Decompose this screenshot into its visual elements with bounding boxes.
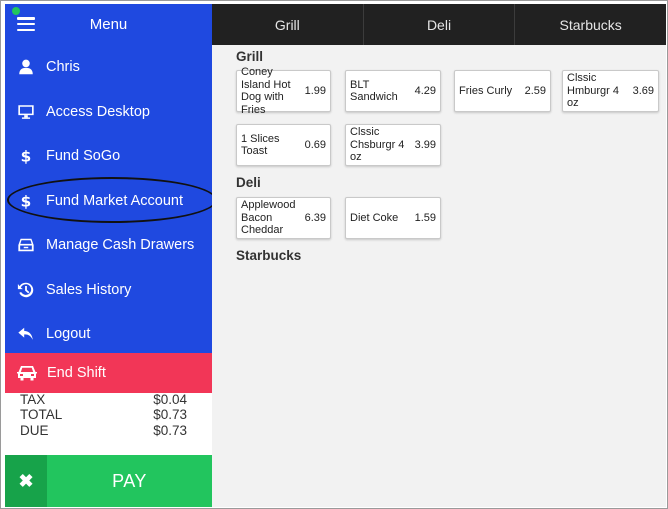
tax-row: TAX $0.04 [20, 392, 187, 407]
menu-item-label: Chris [46, 59, 80, 76]
end-shift-label: End Shift [47, 365, 106, 381]
category-tab-bar: Grill Deli Starbucks [212, 4, 666, 45]
cancel-order-button[interactable]: ✖ [5, 455, 47, 507]
menu-item-label: Fund SoGo [46, 148, 121, 165]
section-title-starbucks: Starbucks [236, 248, 302, 263]
menu-item-label: Access Desktop [46, 103, 150, 120]
product-name: Applewood Bacon Cheddar [241, 199, 296, 237]
menu-item-fund-market-account[interactable]: $ Fund Market Account [5, 179, 212, 224]
product-name: Clssic Hmburgr 4 oz [567, 72, 619, 110]
product-tile[interactable]: Clssic Hmburgr 4 oz 3.69 [562, 70, 659, 112]
menu-item-label: Manage Cash Drawers [46, 237, 195, 254]
status-indicator [12, 7, 20, 15]
section-title-grill: Grill [236, 49, 264, 64]
total-label: TOTAL [20, 407, 63, 422]
product-name: Clssic Chsburgr 4 oz [350, 126, 405, 164]
history-icon [16, 280, 36, 300]
product-name: Fries Curly [459, 84, 513, 97]
total-row: TOTAL $0.73 [20, 407, 187, 422]
menu-item-label: Sales History [46, 281, 132, 298]
menu-item-access-desktop[interactable]: Access Desktop [5, 90, 212, 135]
sidebar-menu: Menu Chris Access Desktop $ Fund SoGo $ … [5, 4, 212, 353]
product-price: 3.69 [632, 85, 654, 97]
product-price: 2.59 [524, 85, 546, 97]
due-label: DUE [20, 423, 49, 438]
menu-item-fund-sogo[interactable]: $ Fund SoGo [5, 134, 212, 179]
hamburger-menu-icon[interactable] [17, 17, 35, 31]
due-row: DUE $0.73 [20, 423, 187, 438]
menu-item-label: Fund Market Account [46, 192, 184, 209]
product-tile[interactable]: Applewood Bacon Cheddar 6.39 [236, 197, 331, 239]
car-icon [16, 363, 38, 383]
product-tile[interactable]: Fries Curly 2.59 [454, 70, 551, 112]
svg-text:$: $ [21, 192, 32, 210]
end-shift-button[interactable]: End Shift [5, 353, 212, 393]
product-grid: Grill Coney Island Hot Dog with Fries 1.… [212, 45, 666, 507]
product-tile[interactable]: Clssic Chsburgr 4 oz 3.99 [345, 124, 441, 166]
menu-item-manage-cash-drawers[interactable]: Manage Cash Drawers [5, 223, 212, 268]
tab-deli[interactable]: Deli [362, 4, 515, 45]
undo-arrow-icon [16, 324, 36, 344]
menu-item-logout[interactable]: Logout [5, 312, 212, 357]
product-price: 1.99 [304, 85, 326, 97]
tax-label: TAX [20, 392, 46, 407]
pay-button[interactable]: PAY [47, 455, 212, 507]
product-price: 4.29 [414, 85, 436, 97]
dollar-icon: $ [16, 146, 36, 166]
tax-value: $0.04 [153, 392, 187, 407]
menu-item-label: Logout [46, 326, 91, 343]
monitor-icon [16, 102, 36, 122]
pay-bar: ✖ PAY [5, 455, 212, 507]
product-name: Diet Coke [350, 211, 399, 224]
svg-text:$: $ [21, 148, 32, 166]
product-price: 3.99 [414, 139, 436, 151]
tab-starbucks[interactable]: Starbucks [514, 4, 666, 45]
due-value: $0.73 [153, 423, 187, 438]
tab-grill[interactable]: Grill [212, 4, 363, 45]
product-name: 1 Slices Toast [241, 132, 280, 158]
product-price: 6.39 [304, 212, 326, 224]
product-price: 0.69 [304, 139, 326, 151]
product-price: 1.59 [414, 212, 436, 224]
menu-title: Menu [89, 16, 128, 33]
menu-item-sales-history[interactable]: Sales History [5, 268, 212, 313]
order-totals: TAX $0.04 TOTAL $0.73 DUE $0.73 [5, 392, 212, 455]
product-tile[interactable]: BLT Sandwich 4.29 [345, 70, 441, 112]
section-title-deli: Deli [236, 175, 261, 190]
dollar-icon: $ [16, 191, 36, 211]
product-tile[interactable]: 1 Slices Toast 0.69 [236, 124, 331, 166]
product-tile[interactable]: Coney Island Hot Dog with Fries 1.99 [236, 66, 331, 116]
product-name: BLT Sandwich [350, 78, 398, 104]
product-name: Coney Island Hot Dog with Fries [241, 66, 291, 116]
menu-item-user[interactable]: Chris [5, 45, 212, 90]
product-tile[interactable]: Diet Coke 1.59 [345, 197, 441, 239]
user-icon [16, 57, 36, 77]
menu-header: Menu [5, 4, 212, 45]
cash-drawer-icon [16, 235, 36, 255]
total-value: $0.73 [153, 407, 187, 422]
app-window: Grill Deli Starbucks Menu Chris Access D… [0, 0, 668, 509]
